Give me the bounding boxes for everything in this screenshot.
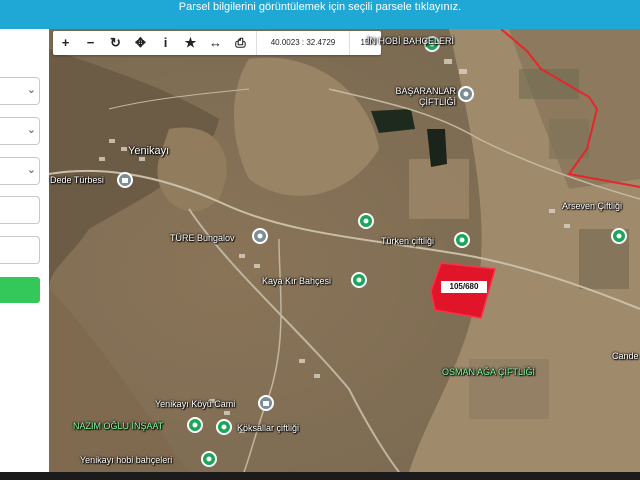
- ture-bungalov-pin-icon[interactable]: [252, 228, 268, 244]
- chevron-down-icon: ⌄: [26, 84, 36, 96]
- place-yenikayi: Yenikayı: [128, 145, 170, 157]
- filter-input-2[interactable]: [0, 236, 40, 264]
- bottom-bar: [0, 472, 640, 480]
- place-basaranlar: BAŞARANLAR ÇİFTLİĞİ: [395, 86, 456, 107]
- nazim-oglu-pin-icon[interactable]: [187, 417, 203, 433]
- refresh-button[interactable]: ↻: [103, 31, 128, 55]
- chevron-down-icon: ⌄: [26, 164, 36, 176]
- place-hobi-bahceleri: İN HOBİ BAHÇELERİ: [367, 36, 455, 46]
- plus-icon: +: [61, 35, 70, 50]
- info-banner: Parsel bilgilerini görüntülemek için seç…: [0, 0, 640, 29]
- zoom-out-button[interactable]: −: [78, 31, 103, 55]
- side-panel: ⌄ ⌄ ⌄: [0, 29, 49, 472]
- search-button[interactable]: [0, 277, 40, 303]
- arseven-pin-icon[interactable]: [611, 228, 627, 244]
- filter-select-2[interactable]: ⌄: [0, 117, 40, 145]
- locate-button[interactable]: ✥: [128, 31, 153, 55]
- favorite-button[interactable]: ★: [178, 31, 203, 55]
- place-ture-bungalov: TÜRE Bungalov: [170, 233, 235, 243]
- place-nazim-oglu: NAZIM OĞLU İNŞAAT: [73, 421, 164, 431]
- turken-pin-icon[interactable]: [454, 232, 470, 248]
- place-koksallar: Köksallar çiftliği: [237, 423, 300, 433]
- koksallar-pin-icon[interactable]: [216, 419, 232, 435]
- refresh-icon: ↻: [110, 35, 121, 50]
- place-turken: Türken çiftliği: [381, 236, 435, 246]
- kaya-kir-pin-icon[interactable]: [351, 272, 367, 288]
- info-button[interactable]: i: [153, 31, 178, 55]
- place-kaya-kir: Kaya Kır Bahçesi: [262, 276, 332, 286]
- minus-icon: −: [86, 35, 95, 50]
- filter-select-1[interactable]: ⌄: [0, 77, 40, 105]
- info-icon: i: [163, 35, 168, 50]
- place-yenikayi-camii: Yenikayı Köyü Cami: [155, 399, 236, 409]
- place-arseven: Arseven Çiftliği: [562, 201, 623, 211]
- green-pin-icon[interactable]: [358, 213, 374, 229]
- print-button[interactable]: ⎙: [228, 31, 253, 55]
- satellite-map[interactable]: [49, 29, 640, 472]
- info-banner-text: Parsel bilgilerini görüntülemek için seç…: [178, 1, 462, 13]
- yenikayi-hobi-pin-icon[interactable]: [201, 451, 217, 467]
- filter-input-1[interactable]: [0, 196, 40, 224]
- zoom-in-button[interactable]: +: [53, 31, 78, 55]
- coordinate-readout: 40.0023 : 32.4729: [256, 31, 350, 55]
- map-toolbar: + − ↻ ✥ i ★ ↔ ⎙ 40.0023 : 32.4729 15: [53, 31, 381, 55]
- place-dede-turbesi: Dede Türbesi: [50, 175, 104, 185]
- dede-turbesi-pin-icon[interactable]: [117, 172, 133, 188]
- place-cande: Cande: [612, 351, 639, 361]
- place-yenikayi-hobi: Yenikayı hobi bahçeleri: [80, 455, 173, 465]
- chevron-down-icon: ⌄: [26, 124, 36, 136]
- parcel-label[interactable]: 105/680: [441, 281, 487, 293]
- basaranlar-pin-icon[interactable]: [458, 86, 474, 102]
- measure-icon: ↔: [209, 35, 222, 50]
- star-icon: ★: [184, 35, 197, 50]
- map-imagery: [49, 29, 640, 472]
- camii-pin-icon[interactable]: [258, 395, 274, 411]
- printer-icon: ⎙: [235, 35, 246, 50]
- place-osman-aga: OSMAN AĞA ÇİFTLİĞİ: [442, 367, 536, 377]
- crosshair-icon: ✥: [135, 35, 146, 50]
- measure-button[interactable]: ↔: [203, 31, 228, 55]
- filter-select-3[interactable]: ⌄: [0, 157, 40, 185]
